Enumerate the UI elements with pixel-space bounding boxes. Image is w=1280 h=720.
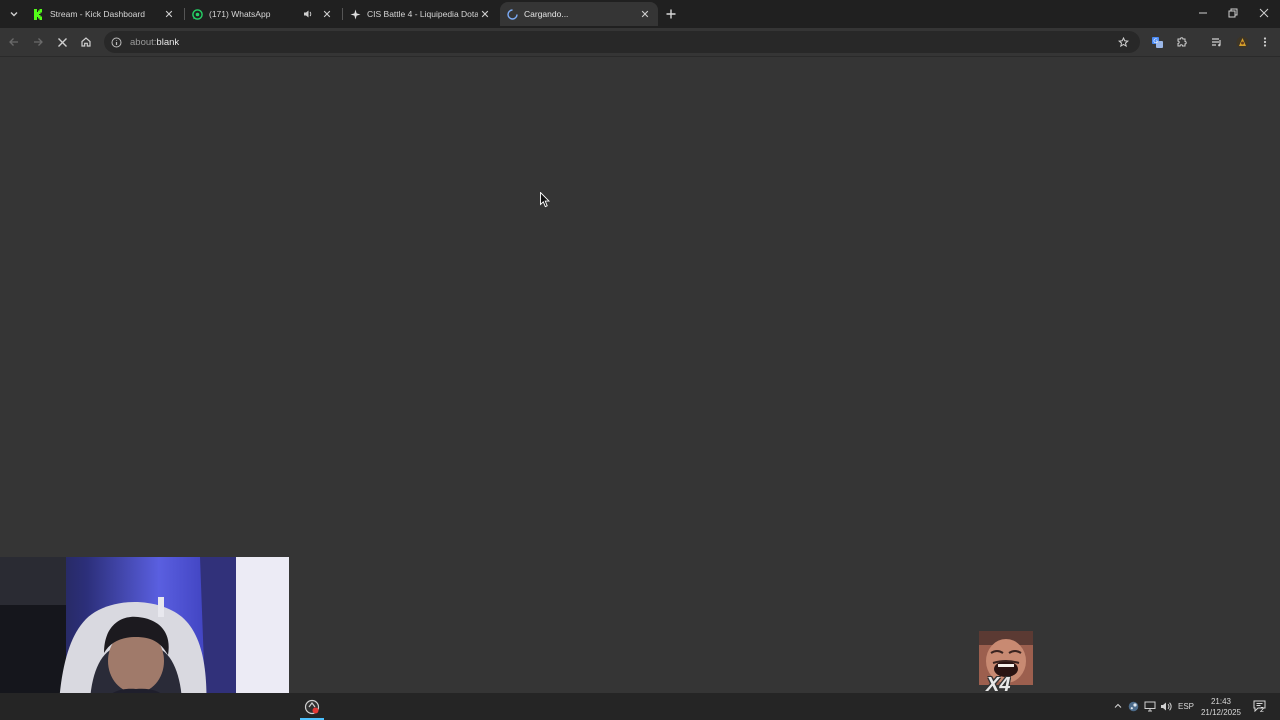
home-icon — [81, 37, 91, 47]
speaker-icon[interactable] — [302, 8, 314, 20]
browser-toolbar: about: blank G — [0, 28, 1280, 57]
bookmark-star-icon[interactable] — [1116, 35, 1130, 49]
tab-liquipedia[interactable]: CIS Battle 4 - Liquipedia Dota 2 ✕ — [343, 2, 498, 26]
tab-kick-dashboard[interactable]: Stream - Kick Dashboard ✕ — [26, 2, 182, 26]
whatsapp-icon — [191, 8, 203, 20]
close-tab-icon[interactable]: ✕ — [638, 7, 652, 21]
playlist-icon — [1212, 38, 1221, 47]
tab-whatsapp[interactable]: (171) WhatsApp ✕ — [185, 2, 340, 26]
clock-date: 21/12/2025 — [1200, 708, 1242, 717]
clock-time: 21:43 — [1210, 697, 1232, 706]
close-icon — [57, 37, 67, 47]
arrow-left-icon — [9, 38, 18, 46]
close-icon — [1259, 8, 1269, 18]
profile-avatar[interactable] — [1233, 33, 1251, 51]
system-clock[interactable]: 21:43 21/12/2025 — [1200, 696, 1242, 718]
tab-loading[interactable]: Cargando... ✕ — [500, 2, 658, 26]
url-scheme: about: — [130, 36, 157, 48]
plus-icon — [666, 9, 676, 19]
restore-button[interactable] — [1222, 4, 1244, 22]
mouse-cursor-icon — [540, 192, 550, 208]
close-tab-icon[interactable]: ✕ — [320, 7, 334, 21]
close-window-button[interactable] — [1253, 4, 1275, 22]
tab-title: Cargando... — [524, 9, 569, 19]
back-button[interactable] — [5, 33, 23, 51]
arrow-right-icon — [34, 38, 43, 46]
stop-loading-button[interactable] — [53, 33, 71, 51]
network-icon[interactable] — [1144, 700, 1156, 712]
info-icon[interactable] — [110, 36, 122, 48]
restore-icon — [1228, 8, 1238, 18]
avatar-icon — [1236, 36, 1248, 48]
home-button[interactable] — [77, 33, 95, 51]
translate-icon: G — [1151, 36, 1163, 48]
chevron-down-icon — [10, 12, 18, 17]
chevron-up-icon[interactable] — [1112, 700, 1124, 712]
windows-taskbar: ESP 21:43 21/12/2025 2 — [0, 693, 1280, 720]
tab-search-button[interactable] — [4, 4, 24, 24]
loading-spinner-icon — [506, 8, 518, 20]
menu-button[interactable] — [1256, 33, 1274, 51]
svg-text:G: G — [1153, 38, 1158, 45]
url-host: blank — [156, 36, 180, 48]
minimize-icon — [1199, 12, 1207, 14]
puzzle-icon — [1177, 37, 1187, 47]
close-tab-icon[interactable]: ✕ — [478, 7, 492, 21]
media-controls-button[interactable] — [1208, 33, 1226, 51]
tab-strip: Stream - Kick Dashboard ✕ (171) WhatsApp… — [0, 0, 1280, 28]
volume-icon[interactable] — [1160, 700, 1172, 712]
tab-title: CIS Battle 4 - Liquipedia Dota 2 — [367, 9, 478, 19]
liquipedia-icon — [349, 8, 361, 20]
new-tab-button[interactable] — [662, 5, 680, 23]
minimize-button[interactable] — [1192, 4, 1214, 22]
taskbar-app-button[interactable] — [302, 697, 322, 717]
notification-count-badge: 2 — [1260, 707, 1264, 714]
forward-button[interactable] — [29, 33, 47, 51]
more-vertical-icon — [1263, 37, 1267, 47]
steam-icon[interactable] — [1127, 700, 1139, 712]
kick-icon — [32, 8, 44, 20]
tab-title: Stream - Kick Dashboard — [50, 9, 145, 19]
input-language[interactable]: ESP — [1178, 702, 1194, 711]
close-tab-icon[interactable]: ✕ — [162, 7, 176, 21]
address-bar[interactable]: about: blank — [104, 31, 1140, 53]
extensions-button[interactable] — [1173, 33, 1191, 51]
translate-button[interactable]: G — [1148, 33, 1166, 51]
tab-title: (171) WhatsApp — [209, 9, 271, 19]
app-icon — [304, 699, 320, 715]
